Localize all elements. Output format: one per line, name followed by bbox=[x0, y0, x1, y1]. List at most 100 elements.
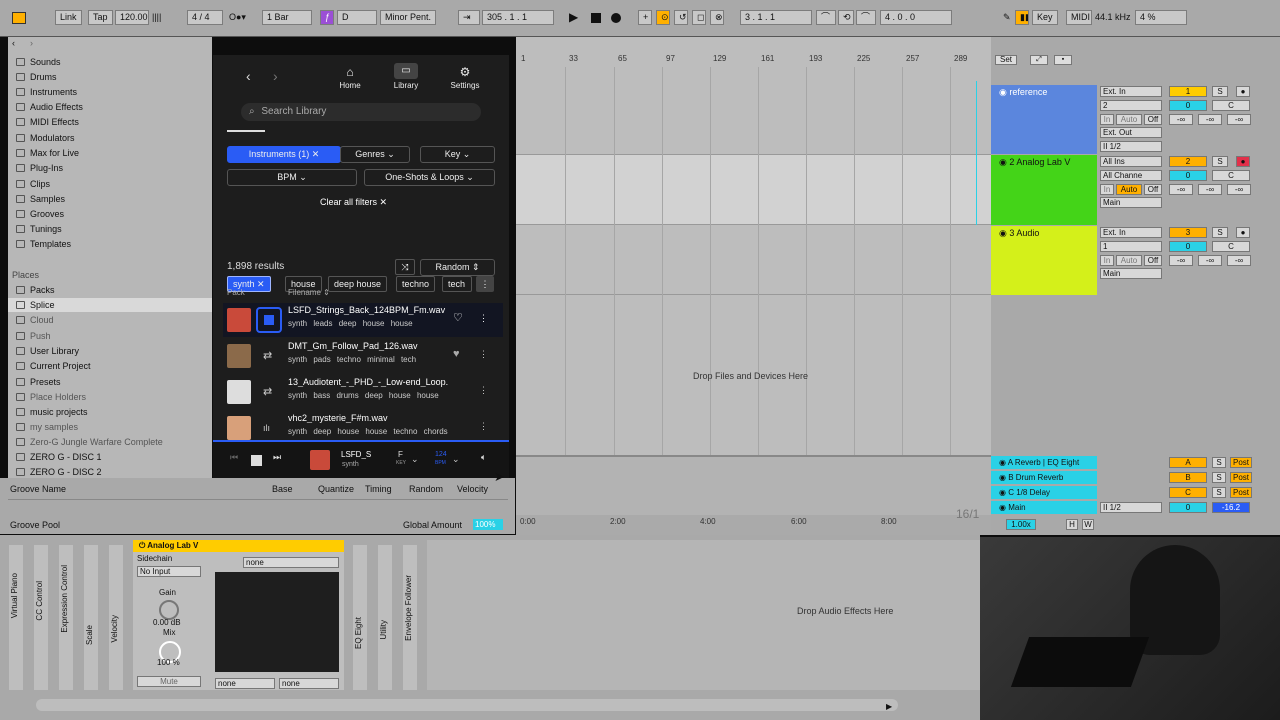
bpm-filter[interactable]: BPM ⌄ bbox=[227, 169, 357, 186]
sidebar-item-instruments[interactable]: Instruments bbox=[16, 85, 77, 99]
output-type-select[interactable]: Ext. Out bbox=[1100, 127, 1162, 138]
post-button[interactable]: Post bbox=[1230, 472, 1252, 483]
fold-icon[interactable]: ◉ bbox=[999, 473, 1006, 482]
arm-button[interactable]: ● bbox=[1236, 156, 1250, 167]
skip-forward-icon[interactable]: ⏭ bbox=[273, 450, 281, 465]
tag-tech[interactable]: tech bbox=[442, 276, 472, 292]
link-button[interactable]: Link bbox=[55, 10, 82, 25]
sample-row[interactable]: ⇄ 13_Audiotent_-_PHD_-_Low-end_Loop.wav … bbox=[223, 375, 503, 409]
sidebar-item-place-holders[interactable]: Place Holders bbox=[16, 390, 86, 404]
midi-map-button[interactable]: MIDI bbox=[1066, 10, 1092, 25]
expand-icon[interactable]: ⤢ bbox=[1030, 55, 1048, 65]
sidebar-item-midi-effects[interactable]: MIDI Effects bbox=[16, 115, 79, 129]
mute-button[interactable]: Mute bbox=[137, 676, 201, 687]
back-to-arrangement-button[interactable]: ↺ bbox=[674, 10, 688, 25]
track-header-reference[interactable]: ◉ reference bbox=[991, 85, 1097, 154]
more-icon[interactable]: ⋮ bbox=[479, 383, 488, 398]
automation-arm-button[interactable]: ⊙ bbox=[656, 10, 670, 25]
loop-length-field[interactable]: 4 . 0 . 0 bbox=[880, 10, 952, 25]
punch-out-button[interactable]: ⌒ bbox=[856, 10, 876, 25]
sidebar-item-plug-ins[interactable]: Plug-Ins bbox=[16, 161, 63, 175]
solo-button[interactable]: S bbox=[1212, 472, 1226, 483]
splice-back-icon[interactable]: ‹ bbox=[246, 69, 251, 84]
back-arrow-icon[interactable]: ‹ bbox=[12, 36, 15, 51]
audio-effects-drop-zone[interactable]: Drop Audio Effects Here bbox=[427, 540, 980, 690]
main-output-select[interactable]: II 1/2 bbox=[1100, 502, 1162, 513]
power-icon[interactable]: ⏻ bbox=[139, 541, 145, 550]
metronome-bars-icon[interactable]: |||| bbox=[152, 10, 161, 25]
splice-forward-icon[interactable]: › bbox=[273, 69, 278, 84]
solo-button[interactable]: S bbox=[1212, 227, 1228, 238]
sidebar-item-max-for-live[interactable]: Max for Live bbox=[16, 146, 79, 160]
lock-icon[interactable]: ▪ bbox=[1054, 55, 1072, 65]
sidebar-item-current-project[interactable]: Current Project bbox=[16, 359, 91, 373]
song-position[interactable]: 305 . 1 . 1 bbox=[482, 10, 554, 25]
more-icon[interactable]: ⋮ bbox=[479, 311, 488, 326]
metronome-icon[interactable]: O●▾ bbox=[229, 10, 246, 25]
sample-row[interactable]: LSFD_Strings_Back_124BPM_Fm.wav synth le… bbox=[223, 303, 503, 337]
solo-button[interactable]: S bbox=[1212, 487, 1226, 498]
track-lane-analog-lab[interactable] bbox=[516, 155, 991, 225]
track-header-audio[interactable]: ◉ 3 Audio bbox=[991, 226, 1097, 295]
track-header-analog-lab[interactable]: ◉ 2 Analog Lab V bbox=[991, 155, 1097, 225]
monitor-in[interactable]: In bbox=[1100, 255, 1114, 266]
return-track-b[interactable]: ◉ B Drum Reverb bbox=[991, 471, 1097, 484]
main-track[interactable]: ◉ Main bbox=[991, 501, 1097, 514]
send-c-field[interactable]: -∞ bbox=[1227, 184, 1251, 195]
sidebar-item-tunings[interactable]: Tunings bbox=[16, 222, 62, 236]
device-virtual-piano[interactable]: Virtual Piano bbox=[9, 545, 23, 690]
device-velocity[interactable]: Velocity bbox=[109, 545, 123, 690]
col-pack[interactable]: Pack bbox=[227, 285, 245, 300]
main-volume-field[interactable]: -16.2 bbox=[1212, 502, 1250, 513]
track-lane-audio[interactable] bbox=[516, 225, 991, 295]
return-b-activator[interactable]: B bbox=[1169, 472, 1207, 483]
scale-toggle[interactable]: ƒ bbox=[320, 10, 334, 25]
splice-home-tab[interactable]: ⌂ Home bbox=[333, 65, 367, 93]
track-lane-reference[interactable] bbox=[516, 85, 991, 155]
key-filter[interactable]: Key ⌄ bbox=[420, 146, 495, 163]
input-channel-select[interactable]: 2 bbox=[1100, 100, 1162, 111]
heart-icon[interactable]: ♥ bbox=[453, 347, 460, 362]
fold-icon[interactable]: ◉ bbox=[999, 228, 1007, 238]
loop-switch[interactable]: ⟲ bbox=[838, 10, 854, 25]
track-activator[interactable]: 2 bbox=[1169, 156, 1207, 167]
volume-field[interactable]: 0 bbox=[1169, 100, 1207, 111]
fold-icon[interactable]: ◉ bbox=[999, 458, 1006, 467]
scroll-right-icon[interactable]: ▶ bbox=[886, 699, 892, 714]
sidebar-item-cloud[interactable]: Cloud bbox=[16, 313, 54, 327]
sidebar-item-audio-effects[interactable]: Audio Effects bbox=[16, 100, 83, 114]
splice-library-tab[interactable]: ▭ Library bbox=[389, 63, 423, 93]
input-type-select[interactable]: All Ins bbox=[1100, 156, 1162, 167]
device-expression-control[interactable]: Expression Control bbox=[59, 545, 73, 690]
monitor-auto[interactable]: Auto bbox=[1116, 184, 1142, 195]
sort-select[interactable]: Random ⇕ bbox=[420, 259, 495, 276]
return-c-activator[interactable]: C bbox=[1169, 487, 1207, 498]
monitor-in[interactable]: In bbox=[1100, 114, 1114, 125]
chevron-down-icon[interactable]: ⌄ bbox=[411, 452, 419, 467]
waveform-icon[interactable]: ılı bbox=[263, 421, 270, 436]
input-channel-select[interactable]: 1 bbox=[1100, 241, 1162, 252]
draw-mode-icon[interactable]: ✎ bbox=[1003, 10, 1011, 25]
pan-field[interactable]: C bbox=[1212, 241, 1250, 252]
shuffle-button[interactable]: ⤨ bbox=[395, 259, 415, 275]
keyboard-button[interactable]: ▮▮ bbox=[1015, 10, 1029, 25]
output-type-select[interactable]: Main bbox=[1100, 197, 1162, 208]
sidebar-item-packs[interactable]: Packs bbox=[16, 283, 55, 297]
sidechain-input-select[interactable]: No Input bbox=[137, 566, 201, 577]
gain-knob[interactable] bbox=[159, 600, 179, 620]
clear-filters-button[interactable]: Clear all filters ✕ bbox=[320, 195, 387, 210]
one-shots-loops-filter[interactable]: One-Shots & Loops ⌄ bbox=[364, 169, 495, 186]
device-analog-lab[interactable]: ⏻ Analog Lab V Sidechain No Input Gain 0… bbox=[133, 540, 344, 690]
tap-button[interactable]: Tap bbox=[88, 10, 113, 25]
pan-field[interactable]: C bbox=[1212, 170, 1250, 181]
fold-icon[interactable]: ◉ bbox=[999, 503, 1006, 512]
volume-icon[interactable]: 🔈︎ bbox=[481, 450, 486, 465]
output-type-select[interactable]: Main bbox=[1100, 268, 1162, 279]
send-a-field[interactable]: -∞ bbox=[1169, 255, 1193, 266]
device-utility[interactable]: Utility bbox=[378, 545, 392, 690]
sidebar-item-modulators[interactable]: Modulators bbox=[16, 131, 75, 145]
send-a-field[interactable]: -∞ bbox=[1169, 114, 1193, 125]
monitor-off[interactable]: Off bbox=[1144, 255, 1162, 266]
global-amount-field[interactable]: 100% bbox=[473, 519, 503, 530]
volume-field[interactable]: 0 bbox=[1169, 170, 1207, 181]
